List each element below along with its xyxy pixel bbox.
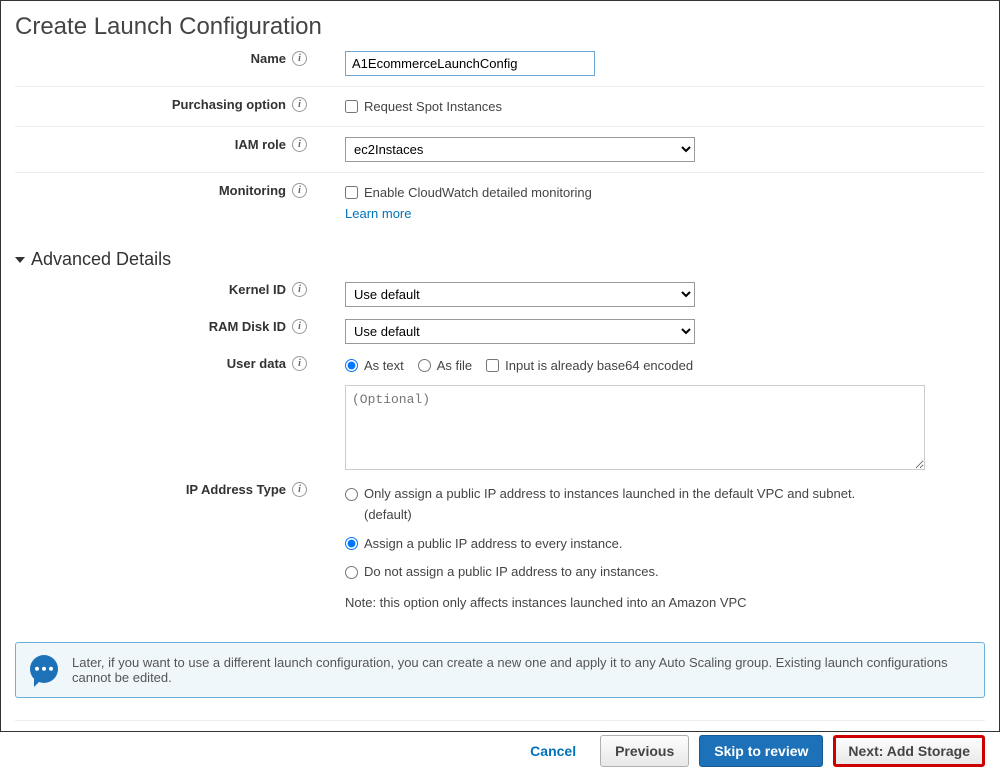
info-box-text: Later, if you want to use a different la… xyxy=(72,655,970,685)
userdata-b64-label: Input is already base64 encoded xyxy=(505,358,693,373)
ip-opt3-label: Do not assign a public IP address to any… xyxy=(364,562,659,583)
info-icon[interactable]: i xyxy=(292,97,307,112)
monitoring-checkbox[interactable] xyxy=(345,186,358,199)
info-icon[interactable]: i xyxy=(292,137,307,152)
row-ip: IP Address Type i Only assign a public I… xyxy=(15,476,985,620)
ip-note: Note: this option only affects instances… xyxy=(345,593,905,614)
monitoring-checkbox-label: Enable CloudWatch detailed monitoring xyxy=(364,185,592,200)
ramdisk-label: RAM Disk ID xyxy=(209,319,286,334)
ip-label: IP Address Type xyxy=(186,482,286,497)
ip-opt2-radio[interactable] xyxy=(345,537,358,550)
row-name: Name i xyxy=(15,51,985,86)
spot-checkbox-label: Request Spot Instances xyxy=(364,99,502,114)
userdata-astext-radio[interactable] xyxy=(345,359,358,372)
row-monitoring: Monitoring i Enable CloudWatch detailed … xyxy=(15,172,985,231)
info-box: Later, if you want to use a different la… xyxy=(15,642,985,698)
info-icon[interactable]: i xyxy=(292,319,307,334)
iam-label: IAM role xyxy=(235,137,286,152)
chevron-down-icon xyxy=(15,257,25,263)
ip-opt1-label: Only assign a public IP address to insta… xyxy=(364,484,905,526)
info-icon[interactable]: i xyxy=(292,183,307,198)
name-input[interactable] xyxy=(345,51,595,76)
userdata-asfile-label: As file xyxy=(437,358,472,373)
row-userdata: User data i As text As file Input is alr… xyxy=(15,350,985,476)
advanced-details-label: Advanced Details xyxy=(31,249,171,270)
ip-opt3-radio[interactable] xyxy=(345,566,358,579)
info-icon[interactable]: i xyxy=(292,356,307,371)
name-label: Name xyxy=(251,51,286,66)
info-icon[interactable]: i xyxy=(292,482,307,497)
row-kernel: Kernel ID i Use default xyxy=(15,276,985,313)
userdata-astext-label: As text xyxy=(364,358,404,373)
previous-button[interactable]: Previous xyxy=(600,735,689,767)
userdata-label: User data xyxy=(227,356,286,371)
cancel-button[interactable]: Cancel xyxy=(516,736,590,766)
spot-checkbox[interactable] xyxy=(345,100,358,113)
skip-to-review-button[interactable]: Skip to review xyxy=(699,735,823,767)
footer: Cancel Previous Skip to review Next: Add… xyxy=(15,720,985,767)
row-ramdisk: RAM Disk ID i Use default xyxy=(15,313,985,350)
ip-opt1-radio[interactable] xyxy=(345,488,358,501)
monitoring-label: Monitoring xyxy=(219,183,286,198)
info-icon[interactable]: i xyxy=(292,51,307,66)
page-title: Create Launch Configuration xyxy=(15,13,985,41)
next-add-storage-button[interactable]: Next: Add Storage xyxy=(833,735,985,767)
row-purchasing: Purchasing option i Request Spot Instanc… xyxy=(15,86,985,126)
iam-select[interactable]: ec2Instaces xyxy=(345,137,695,162)
userdata-asfile-radio[interactable] xyxy=(418,359,431,372)
advanced-details-toggle[interactable]: Advanced Details xyxy=(15,249,985,270)
ramdisk-select[interactable]: Use default xyxy=(345,319,695,344)
ip-opt2-label: Assign a public IP address to every inst… xyxy=(364,534,622,555)
userdata-b64-checkbox[interactable] xyxy=(486,359,499,372)
userdata-textarea[interactable] xyxy=(345,385,925,470)
learn-more-link[interactable]: Learn more xyxy=(345,206,985,221)
row-iam: IAM role i ec2Instaces xyxy=(15,126,985,172)
speech-bubble-icon xyxy=(30,655,58,683)
purchasing-label: Purchasing option xyxy=(172,97,286,112)
info-icon[interactable]: i xyxy=(292,282,307,297)
kernel-select[interactable]: Use default xyxy=(345,282,695,307)
kernel-label: Kernel ID xyxy=(229,282,286,297)
